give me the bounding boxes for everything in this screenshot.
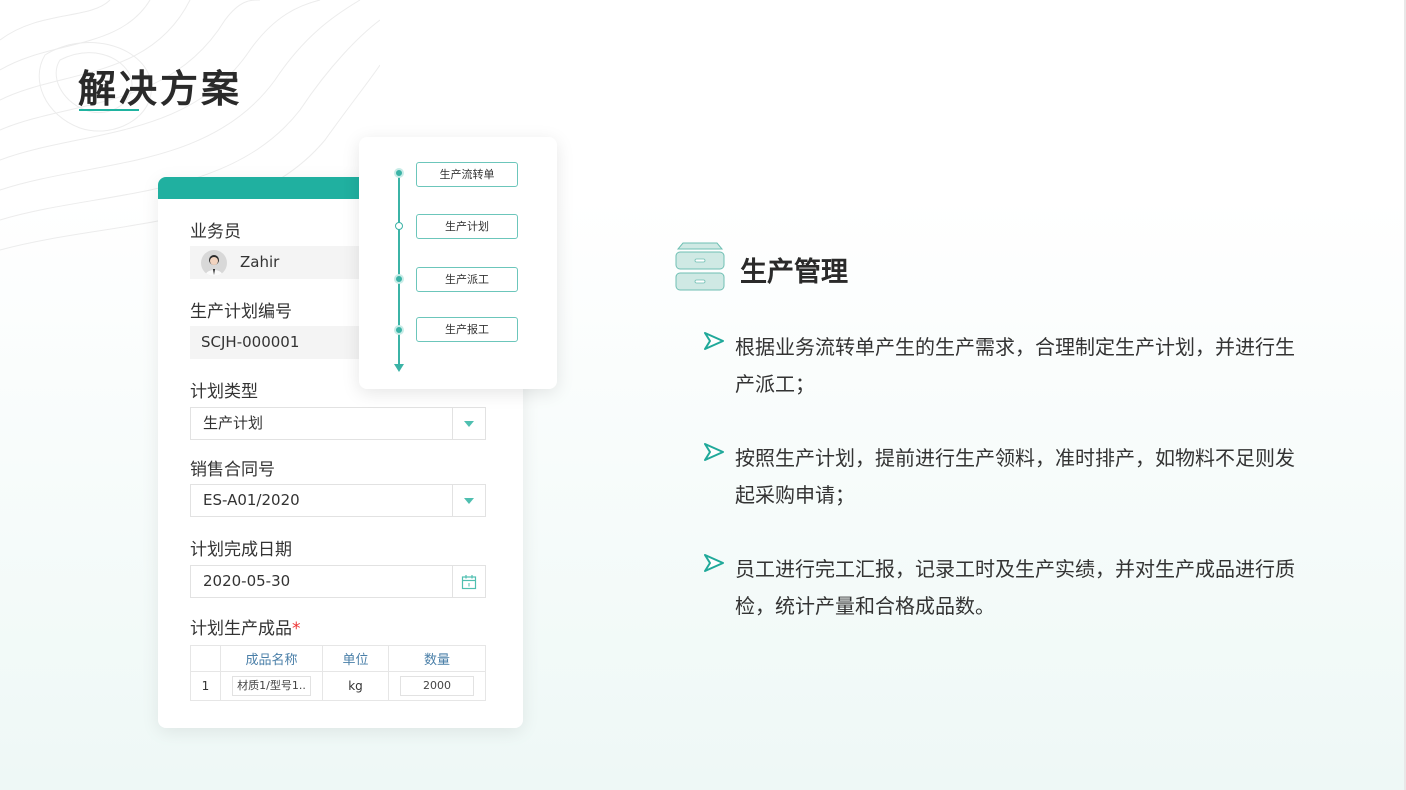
required-mark: * [292,619,301,639]
avatar [201,250,227,276]
product-name-cell[interactable]: 材质1/型号1.. [220,671,323,701]
calendar-icon[interactable] [452,566,485,597]
salesperson-name: Zahir [240,253,280,271]
finish-date-field[interactable]: 2020-05-30 [190,565,486,598]
page-title: 解决方案 [78,67,243,111]
table-header: 成品名称 [220,645,323,672]
flow-dot [394,274,404,284]
plan-type-label: 计划类型 [190,382,258,402]
contract-number-label: 销售合同号 [190,460,275,480]
flow-dot [394,168,404,178]
flow-step-dispatch[interactable]: 生产派工 [416,267,518,292]
flow-arrow-icon [394,364,404,372]
contract-number-select[interactable]: ES-A01/2020 [190,484,486,517]
flow-step-transfer-order[interactable]: 生产流转单 [416,162,518,187]
products-label: 计划生产成品* [190,614,301,639]
bullet-text: 员工进行完工汇报，记录工时及生产实绩，并对生产成品进行质检，统计产量和合格成品数… [735,557,1295,618]
feature-bullet: 员工进行完工汇报，记录工时及生产实绩，并对生产成品进行质检，统计产量和合格成品数… [704,551,1314,625]
row-index: 1 [190,671,221,701]
product-name-input[interactable]: 材质1/型号1.. [232,676,311,696]
process-flow-card: 生产流转单 生产计划 生产派工 生产报工 [359,137,557,389]
qty-input[interactable]: 2000 [400,676,474,696]
finish-date-value: 2020-05-30 [203,572,291,590]
dropdown-caret-icon[interactable] [452,485,485,516]
finish-date-label: 计划完成日期 [190,540,292,560]
contract-number-value: ES-A01/2020 [203,491,300,509]
title-underline [79,109,139,111]
products-label-text: 计划生产成品 [190,619,292,639]
plan-type-value: 生产计划 [203,414,264,432]
flow-step-report[interactable]: 生产报工 [416,317,518,342]
dropdown-caret-icon[interactable] [452,408,485,439]
feature-bullet: 根据业务流转单产生的生产需求，合理制定生产计划，并进行生产派工； [704,329,1314,403]
products-table: 成品名称 单位 数量 1 材质1/型号1.. kg 2000 [190,645,486,701]
salesperson-label: 业务员 [190,222,241,242]
flow-dot [395,222,403,230]
arrow-bullet-icon [704,554,724,572]
arrow-bullet-icon [704,332,724,350]
plan-number-label: 生产计划编号 [190,302,292,322]
bullet-text: 根据业务流转单产生的生产需求，合理制定生产计划，并进行生产派工； [735,335,1295,396]
bullet-text: 按照生产计划，提前进行生产领料，准时排产，如物料不足则发起采购申请； [735,446,1295,507]
flow-timeline-line [398,173,400,367]
table-header: 数量 [388,645,486,672]
qty-cell[interactable]: 2000 [388,671,486,701]
flow-step-production-plan[interactable]: 生产计划 [416,214,518,239]
flow-dot [394,325,404,335]
table-header-row: 成品名称 单位 数量 [190,645,486,672]
table-header [190,645,221,672]
unit-cell: kg [322,671,389,701]
plan-type-select[interactable]: 生产计划 [190,407,486,440]
arrow-bullet-icon [704,443,724,461]
table-row: 1 材质1/型号1.. kg 2000 [190,671,486,701]
table-header: 单位 [322,645,389,672]
section-title: 生产管理 [740,257,848,288]
drawer-cabinet-icon [675,242,725,291]
feature-bullet: 按照生产计划，提前进行生产领料，准时排产，如物料不足则发起采购申请； [704,440,1314,514]
